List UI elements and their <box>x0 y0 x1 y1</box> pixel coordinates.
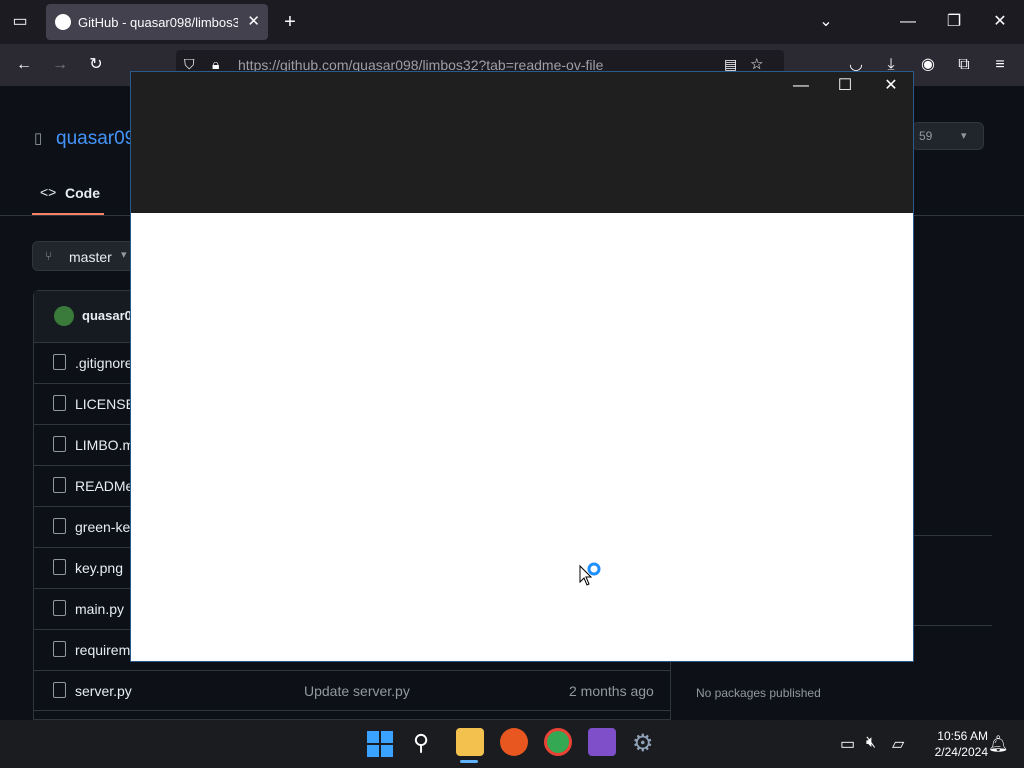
file-icon <box>53 477 66 493</box>
file-name[interactable]: green-ke <box>75 519 130 535</box>
star-count: 59 <box>919 129 933 143</box>
code-icon: <> <box>40 184 57 200</box>
active-indicator <box>460 760 478 763</box>
account-icon[interactable]: ◉ <box>912 51 944 79</box>
branch-icon: ⑂ <box>45 249 53 263</box>
file-icon <box>53 682 66 698</box>
file-icon <box>53 559 66 575</box>
star-count-button[interactable]: 59 ▾ <box>912 122 984 150</box>
file-name[interactable]: .gitignore <box>75 355 133 371</box>
visual-studio-icon[interactable] <box>588 728 616 756</box>
packages-text: No packages published <box>696 686 821 700</box>
chrome-icon[interactable] <box>544 728 572 756</box>
file-icon <box>53 600 66 616</box>
battery-icon[interactable]: ▱ <box>892 734 904 754</box>
repo-owner-link[interactable]: quasar09 <box>56 128 135 150</box>
branch-name: master <box>69 249 112 265</box>
file-name[interactable]: server.py <box>75 683 132 699</box>
new-tab-button[interactable]: + <box>274 8 306 36</box>
tab-list-icon[interactable]: ▭ <box>4 8 36 36</box>
browser-tab-strip: ▭ GitHub - quasar098/limbos32: ✕ + ⌄ — ❐… <box>0 0 1024 44</box>
window-minimize-icon[interactable]: — <box>892 8 924 36</box>
file-name[interactable]: key.png <box>75 560 123 576</box>
table-row[interactable]: server.py Update server.py 2 months ago <box>33 670 671 711</box>
menu-icon[interactable]: ≡ <box>984 51 1016 79</box>
network-icon[interactable]: ▭ <box>840 734 855 754</box>
notification-bell-icon[interactable]: 🔔︎ <box>988 734 1008 754</box>
window-restore-icon[interactable]: ❐ <box>938 8 970 36</box>
tab-close-icon[interactable]: ✕ <box>247 12 260 30</box>
clock-time[interactable]: 10:56 AM <box>922 729 988 743</box>
window-close-icon[interactable]: ✕ <box>984 8 1016 36</box>
forward-icon[interactable]: → <box>44 51 76 79</box>
chevron-down-icon[interactable]: ⌄ <box>810 8 842 36</box>
github-favicon-icon <box>55 14 71 30</box>
commit-message[interactable]: Update server.py <box>304 683 410 699</box>
avatar[interactable] <box>54 306 74 326</box>
back-icon[interactable]: ← <box>8 51 40 79</box>
repo-icon: ▯ <box>34 130 43 147</box>
file-icon <box>53 641 66 657</box>
chevron-down-icon: ▾ <box>121 249 127 261</box>
firefox-icon[interactable] <box>500 728 528 756</box>
clock-date[interactable]: 2/24/2024 <box>922 745 988 759</box>
file-icon <box>53 518 66 534</box>
file-name[interactable]: main.py <box>75 601 124 617</box>
search-icon[interactable]: ⚲ <box>413 730 429 756</box>
settings-gear-icon[interactable]: ⚙ <box>632 729 654 758</box>
file-icon <box>53 354 66 370</box>
reload-icon[interactable]: ↻ <box>80 51 112 79</box>
windows-start-icon[interactable] <box>367 731 393 757</box>
file-explorer-icon[interactable] <box>456 728 484 756</box>
commit-user[interactable]: quasar0 <box>82 308 132 323</box>
minimize-icon[interactable]: — <box>781 72 821 100</box>
busy-cursor-icon <box>579 562 601 586</box>
browser-tab[interactable]: GitHub - quasar098/limbos32: ✕ <box>46 4 268 40</box>
file-icon <box>53 436 66 452</box>
divider <box>33 710 671 711</box>
maximize-icon[interactable]: ☐ <box>825 72 865 100</box>
tab-code[interactable]: Code <box>65 185 100 201</box>
file-name[interactable]: READMe <box>75 478 133 494</box>
branch-select[interactable]: ⑂ master ▾ <box>32 241 140 271</box>
extensions-icon[interactable]: ⧉ <box>948 51 980 79</box>
commit-time: 2 months ago <box>569 683 654 699</box>
dialog-title-bar[interactable]: — ☐ ✕ <box>131 72 913 213</box>
dialog-content <box>131 213 913 661</box>
volume-muted-icon[interactable]: 🔇︎ <box>866 734 876 752</box>
file-name[interactable]: LICENSE <box>75 396 135 412</box>
tab-title: GitHub - quasar098/limbos32: <box>78 15 238 30</box>
app-dialog-window[interactable]: — ☐ ✕ <box>130 71 914 662</box>
chevron-down-icon: ▾ <box>961 130 967 142</box>
file-name[interactable]: requirem <box>75 642 130 658</box>
file-name[interactable]: LIMBO.m <box>75 437 134 453</box>
close-icon[interactable]: ✕ <box>871 72 911 100</box>
file-icon <box>53 395 66 411</box>
